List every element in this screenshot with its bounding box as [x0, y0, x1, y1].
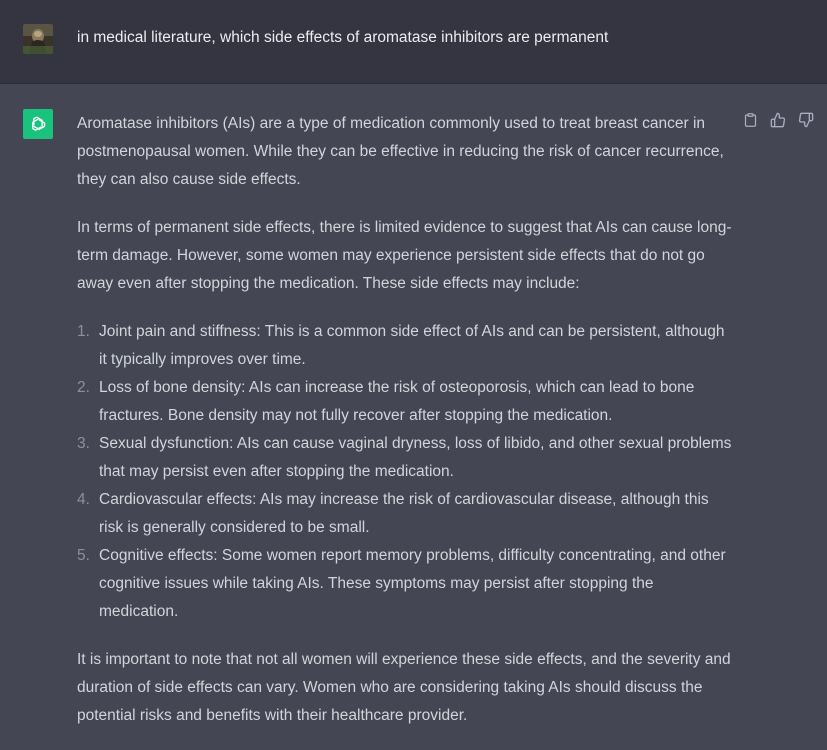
list-number: 3.: [77, 435, 90, 452]
user-avatar-image: [23, 24, 53, 54]
list-item: 5. Cognitive effects: Some women report m…: [77, 542, 732, 626]
user-message-text: in medical literature, which side effect…: [77, 29, 609, 46]
thumbs-up-icon: [770, 112, 786, 128]
closing-paragraph: It is important to note that not all wom…: [77, 651, 731, 724]
list-item: 1. Joint pain and stiffness: This is a co…: [77, 318, 732, 374]
clipboard-icon: [744, 113, 756, 127]
list-item-text: Loss of bone density: AIs can increase t…: [99, 379, 695, 424]
list-item-text: Joint pain and stiffness: This is a comm…: [99, 323, 725, 368]
list-item: 3. Sexual dysfunction: AIs can cause vagi…: [77, 430, 732, 486]
list-number: 2.: [77, 379, 90, 396]
list-item-text: Cognitive effects: Some women report mem…: [99, 547, 726, 620]
assistant-message-content: Aromatase inhibitors (AIs) are a type of…: [77, 110, 732, 750]
side-effects-list: 1. Joint pain and stiffness: This is a co…: [77, 318, 732, 626]
user-avatar: [23, 24, 53, 54]
openai-logo-icon: [23, 109, 53, 139]
list-item: 4. Cardiovascular effects: AIs may increa…: [77, 486, 732, 542]
copy-button[interactable]: [742, 112, 758, 128]
intro-paragraph: Aromatase inhibitors (AIs) are a type of…: [77, 115, 724, 188]
list-number: 1.: [77, 323, 90, 340]
context-paragraph: In terms of permanent side effects, ther…: [77, 219, 732, 292]
list-number: 5.: [77, 547, 90, 564]
list-number: 4.: [77, 491, 90, 508]
message-actions: [742, 112, 814, 128]
thumbs-up-button[interactable]: [770, 112, 786, 128]
list-item-text: Cardiovascular effects: AIs may increase…: [99, 491, 709, 536]
assistant-message-row: Aromatase inhibitors (AIs) are a type of…: [0, 84, 827, 741]
list-item-text: Sexual dysfunction: AIs can cause vagina…: [99, 435, 732, 480]
user-message-row: in medical literature, which side effect…: [0, 0, 827, 84]
thumbs-down-icon: [798, 112, 814, 128]
thumbs-down-button[interactable]: [798, 112, 814, 128]
list-item: 2. Loss of bone density: AIs can increase…: [77, 374, 732, 430]
